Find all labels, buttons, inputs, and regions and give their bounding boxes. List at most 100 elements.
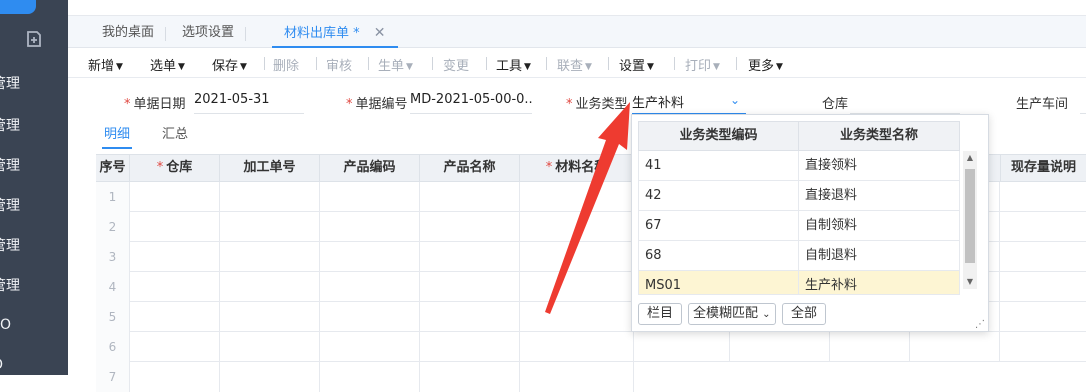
workshop-field[interactable] — [1080, 92, 1086, 114]
add-shortcut-button[interactable] — [0, 18, 68, 60]
cell[interactable] — [320, 332, 420, 362]
cell[interactable] — [130, 242, 220, 272]
cell[interactable] — [520, 242, 634, 272]
table-row[interactable]: 6 — [96, 332, 1086, 362]
cell[interactable] — [320, 212, 420, 242]
col-product-code[interactable]: 产品编码 — [320, 155, 420, 182]
cell[interactable] — [220, 212, 320, 242]
cell[interactable] — [130, 302, 220, 332]
chevron-down-icon[interactable]: ⌄ — [730, 93, 740, 107]
sidebar-item-4[interactable]: 管理 — [0, 186, 68, 224]
cell[interactable] — [420, 212, 520, 242]
table-row[interactable]: 7 — [96, 362, 1086, 392]
cell[interactable] — [220, 302, 320, 332]
change-button[interactable]: 变更 — [443, 55, 469, 74]
tab-desktop[interactable]: 我的桌面 — [90, 22, 167, 46]
generate-button[interactable]: 生单 ▼ — [378, 55, 413, 74]
sidebar-item-7[interactable]: FO — [0, 306, 68, 344]
cell[interactable] — [634, 332, 730, 362]
cell[interactable] — [220, 272, 320, 302]
scrollbar[interactable]: ▲ ▼ — [963, 151, 977, 289]
col-product-name[interactable]: 产品名称 — [420, 155, 520, 182]
col-warehouse[interactable]: * 仓库 — [130, 155, 220, 182]
cell[interactable] — [520, 332, 634, 362]
cell[interactable] — [420, 242, 520, 272]
cell[interactable] — [730, 332, 830, 362]
list-item[interactable]: 41 直接领料 — [638, 151, 960, 181]
chevron-down-icon: ▼ — [647, 62, 654, 72]
sidebar-item-1[interactable]: 管理 — [0, 64, 68, 102]
row-number: 2 — [96, 212, 130, 242]
all-button[interactable]: 全部 — [782, 303, 827, 325]
cell[interactable] — [420, 302, 520, 332]
cell[interactable] — [420, 362, 520, 392]
cell[interactable] — [130, 212, 220, 242]
tab-detail[interactable]: 明细 — [101, 123, 133, 149]
cell[interactable] — [130, 182, 220, 212]
save-button[interactable]: 保存 ▼ — [212, 55, 247, 74]
cell[interactable] — [220, 242, 320, 272]
col-work-order[interactable]: 加工单号 — [220, 155, 320, 182]
cell[interactable] — [220, 182, 320, 212]
cell[interactable] — [220, 332, 320, 362]
cell[interactable] — [910, 332, 1000, 362]
cell[interactable] — [220, 362, 320, 392]
cell[interactable] — [130, 362, 220, 392]
sidebar-item-2[interactable]: 管理 — [0, 106, 68, 144]
tab-options[interactable]: 选项设置 — [170, 22, 247, 46]
list-item-selected[interactable]: MS01 生产补料 — [638, 271, 960, 295]
scrollbar-thumb[interactable] — [965, 169, 975, 263]
cell[interactable] — [420, 272, 520, 302]
sidebar-item-6[interactable]: 管理 — [0, 266, 68, 304]
biztype-field[interactable]: 生产补料 ⌄ — [632, 92, 746, 114]
scroll-down-icon[interactable]: ▼ — [963, 275, 977, 289]
columns-button[interactable]: 栏目 — [638, 303, 683, 325]
cell[interactable] — [520, 272, 634, 302]
date-field[interactable]: 2021-05-31 — [194, 92, 304, 114]
settings-button[interactable]: 设置 ▼ — [619, 55, 654, 74]
scroll-up-icon[interactable]: ▲ — [963, 151, 977, 165]
more-button[interactable]: 更多 ▼ — [748, 55, 783, 74]
sidebar-item-5[interactable]: 管理 — [0, 226, 68, 264]
sidebar-item-label: 管理 — [0, 278, 20, 294]
print-button[interactable]: 打印 ▼ — [685, 55, 720, 74]
new-button[interactable]: 新增 ▼ — [88, 55, 123, 74]
select-button[interactable]: 选单 ▼ — [150, 55, 185, 74]
sidebar-item-8[interactable]: O — [0, 346, 68, 384]
list-item[interactable]: 67 自制领料 — [638, 211, 960, 241]
code-field[interactable]: MD-2021-05-00-0... — [410, 92, 532, 114]
cell[interactable] — [320, 362, 420, 392]
biztype-name: 生产补料 — [805, 278, 858, 293]
warehouse-field[interactable] — [850, 92, 960, 114]
list-item[interactable]: 68 自制退料 — [638, 241, 960, 271]
col-stock-note[interactable]: 现存量说明 — [1000, 155, 1086, 182]
cell[interactable] — [320, 182, 420, 212]
cell[interactable] — [320, 272, 420, 302]
tab-summary[interactable]: 汇总 — [162, 123, 188, 142]
row-number: 1 — [96, 182, 130, 212]
sidebar-item-3[interactable]: 管理 — [0, 146, 68, 184]
cell[interactable] — [420, 332, 520, 362]
cell[interactable] — [520, 302, 634, 332]
tab-bar: 我的桌面 选项设置 材料出库单 * ✕ — [68, 16, 1086, 48]
close-icon[interactable]: ✕ — [374, 25, 386, 41]
tools-button[interactable]: 工具 ▼ — [496, 55, 531, 74]
cell[interactable] — [130, 332, 220, 362]
tab-material-outbound[interactable]: 材料出库单 * ✕ — [272, 22, 398, 48]
linked-query-button[interactable]: 联查 ▼ — [557, 55, 592, 74]
list-item[interactable]: 42 直接退料 — [638, 181, 960, 211]
divider — [368, 57, 369, 70]
match-mode-select[interactable]: 全模糊匹配 ⌄ — [688, 303, 776, 325]
resize-grip-icon[interactable]: ⋰ — [975, 320, 985, 330]
delete-button[interactable]: 删除 — [273, 55, 299, 74]
cell[interactable] — [420, 182, 520, 212]
cell[interactable] — [830, 332, 910, 362]
col-material-name[interactable]: * 材料名称 — [520, 155, 634, 182]
cell[interactable] — [130, 272, 220, 302]
audit-button[interactable]: 审核 — [326, 55, 352, 74]
cell[interactable] — [520, 212, 634, 242]
cell[interactable] — [520, 182, 634, 212]
cell[interactable] — [520, 362, 634, 392]
cell[interactable] — [320, 242, 420, 272]
cell[interactable] — [320, 302, 420, 332]
